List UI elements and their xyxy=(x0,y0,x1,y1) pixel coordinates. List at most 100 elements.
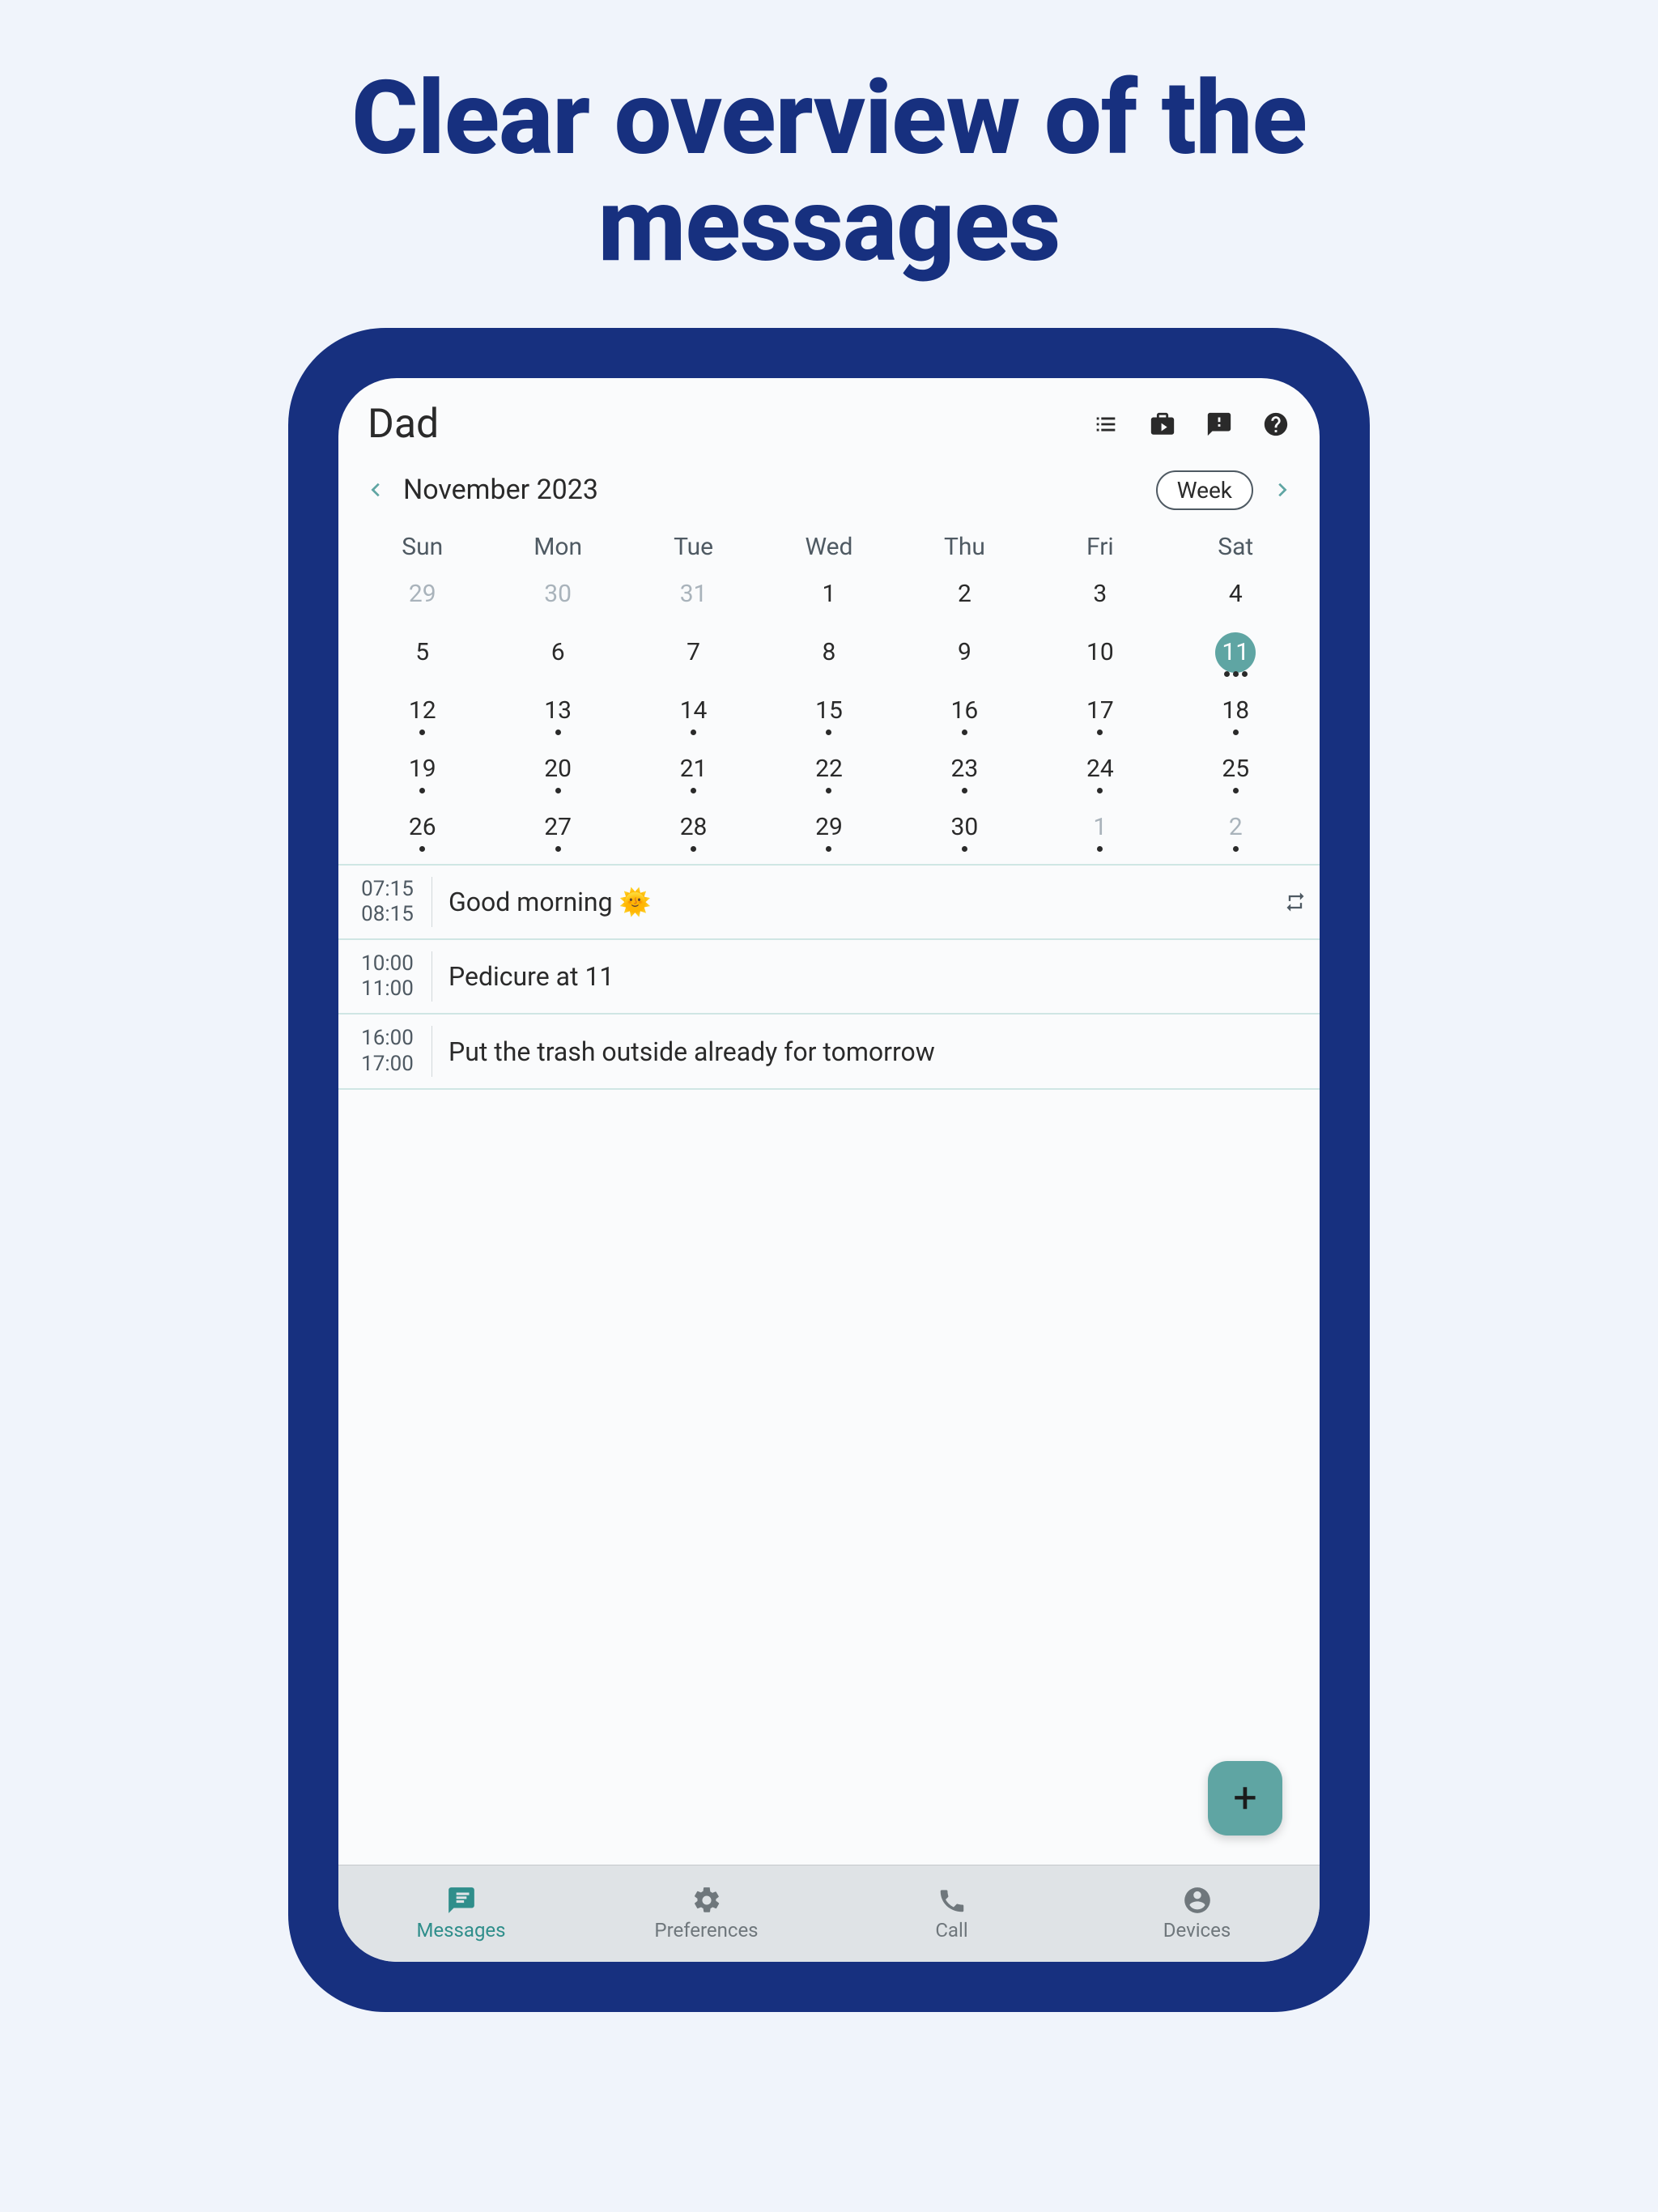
calendar-day[interactable]: 21 xyxy=(626,744,761,802)
day-number: 21 xyxy=(674,749,714,789)
calendar-day[interactable]: 31 xyxy=(626,569,761,627)
calendar-day[interactable]: 12 xyxy=(355,686,490,744)
event-time: 16:0017:00 xyxy=(351,1026,432,1076)
nav-label: Call xyxy=(935,1919,967,1942)
prev-month-icon[interactable] xyxy=(368,481,385,499)
next-month-icon[interactable] xyxy=(1273,481,1290,499)
help-icon[interactable] xyxy=(1261,410,1290,439)
day-number: 14 xyxy=(674,691,714,731)
day-number: 9 xyxy=(944,632,984,673)
calendar: SunMonTueWedThuFriSat 293031123456789101… xyxy=(338,518,1320,864)
day-number: 29 xyxy=(402,574,443,615)
repeat-icon xyxy=(1284,891,1307,913)
calendar-day[interactable]: 20 xyxy=(490,744,625,802)
day-number: 20 xyxy=(538,749,578,789)
calendar-day[interactable]: 4 xyxy=(1168,569,1303,627)
list-icon[interactable] xyxy=(1091,410,1120,439)
event-row[interactable]: 10:0011:00Pedicure at 11 xyxy=(338,938,1320,1013)
device-frame: Dad November 20 xyxy=(288,328,1370,2012)
calendar-day[interactable]: 22 xyxy=(761,744,896,802)
nav-label: Preferences xyxy=(654,1919,758,1942)
event-text: Put the trash outside already for tomorr… xyxy=(432,1036,1307,1067)
nav-label: Devices xyxy=(1163,1919,1231,1942)
add-button[interactable]: + xyxy=(1208,1761,1282,1836)
event-dots xyxy=(419,788,425,796)
feedback-icon[interactable] xyxy=(1205,410,1234,439)
calendar-day[interactable]: 16 xyxy=(897,686,1032,744)
calendar-day[interactable]: 23 xyxy=(897,744,1032,802)
calendar-day[interactable]: 25 xyxy=(1168,744,1303,802)
month-label[interactable]: November 2023 xyxy=(403,474,598,506)
event-row[interactable]: 07:1508:15Good morning 🌞 xyxy=(338,864,1320,938)
video-library-icon[interactable] xyxy=(1148,410,1177,439)
calendar-day[interactable]: 26 xyxy=(355,802,490,861)
nav-preferences[interactable]: Preferences xyxy=(584,1885,829,1942)
event-dots xyxy=(1097,788,1103,796)
calendar-day[interactable]: 2 xyxy=(1168,802,1303,861)
day-number: 24 xyxy=(1080,749,1120,789)
event-dots xyxy=(1233,788,1239,796)
nav-devices[interactable]: Devices xyxy=(1074,1885,1320,1942)
day-number: 30 xyxy=(538,574,578,615)
day-number: 17 xyxy=(1080,691,1120,731)
calendar-day[interactable]: 9 xyxy=(897,627,1032,686)
phone-icon xyxy=(937,1885,967,1916)
event-time: 10:0011:00 xyxy=(351,951,432,1002)
day-number: 23 xyxy=(944,749,984,789)
event-dots xyxy=(691,730,696,738)
calendar-day[interactable]: 14 xyxy=(626,686,761,744)
event-dots xyxy=(962,846,967,854)
calendar-day[interactable]: 8 xyxy=(761,627,896,686)
day-of-week: Thu xyxy=(897,525,1032,569)
event-dots xyxy=(419,730,425,738)
calendar-day[interactable]: 15 xyxy=(761,686,896,744)
event-dots xyxy=(1233,846,1239,854)
day-number: 28 xyxy=(674,807,714,848)
header-icons xyxy=(1091,410,1290,439)
day-number: 16 xyxy=(944,691,984,731)
month-nav: November 2023 Week xyxy=(338,459,1320,518)
event-time: 07:1508:15 xyxy=(351,877,432,927)
calendar-day[interactable]: 28 xyxy=(626,802,761,861)
event-dots xyxy=(691,846,696,854)
calendar-day[interactable]: 3 xyxy=(1032,569,1167,627)
calendar-day[interactable]: 6 xyxy=(490,627,625,686)
marketing-headline: Clear overview of the messages xyxy=(351,65,1307,279)
day-number: 11 xyxy=(1215,632,1256,673)
calendar-day[interactable]: 7 xyxy=(626,627,761,686)
day-of-week: Mon xyxy=(490,525,625,569)
calendar-day[interactable]: 29 xyxy=(761,802,896,861)
calendar-day[interactable]: 11 xyxy=(1168,627,1303,686)
plus-icon: + xyxy=(1233,1773,1257,1823)
day-number: 6 xyxy=(538,632,578,673)
calendar-day[interactable]: 18 xyxy=(1168,686,1303,744)
calendar-day[interactable]: 17 xyxy=(1032,686,1167,744)
day-number: 31 xyxy=(674,574,714,615)
day-number: 15 xyxy=(809,691,849,731)
event-list: 07:1508:15Good morning 🌞10:0011:00Pedicu… xyxy=(338,864,1320,1090)
calendar-day[interactable]: 5 xyxy=(355,627,490,686)
nav-messages[interactable]: Messages xyxy=(338,1885,584,1942)
day-number: 7 xyxy=(674,632,714,673)
calendar-day[interactable]: 1 xyxy=(761,569,896,627)
calendar-day[interactable]: 27 xyxy=(490,802,625,861)
calendar-day[interactable]: 1 xyxy=(1032,802,1167,861)
calendar-day[interactable]: 30 xyxy=(897,802,1032,861)
event-row[interactable]: 16:0017:00Put the trash outside already … xyxy=(338,1013,1320,1089)
view-mode-button[interactable]: Week xyxy=(1156,470,1253,510)
day-number: 25 xyxy=(1215,749,1256,789)
event-dots xyxy=(1233,730,1239,738)
day-of-week: Tue xyxy=(626,525,761,569)
calendar-day[interactable]: 29 xyxy=(355,569,490,627)
headline-line2: messages xyxy=(598,165,1061,285)
calendar-day[interactable]: 24 xyxy=(1032,744,1167,802)
calendar-day[interactable]: 19 xyxy=(355,744,490,802)
calendar-day[interactable]: 13 xyxy=(490,686,625,744)
calendar-day[interactable]: 30 xyxy=(490,569,625,627)
calendar-day[interactable]: 10 xyxy=(1032,627,1167,686)
calendar-day[interactable]: 2 xyxy=(897,569,1032,627)
headline-line1: Clear overview of the xyxy=(351,58,1307,178)
bottom-nav: Messages Preferences Call Devices xyxy=(338,1865,1320,1962)
nav-call[interactable]: Call xyxy=(829,1885,1074,1942)
day-number: 10 xyxy=(1080,632,1120,673)
